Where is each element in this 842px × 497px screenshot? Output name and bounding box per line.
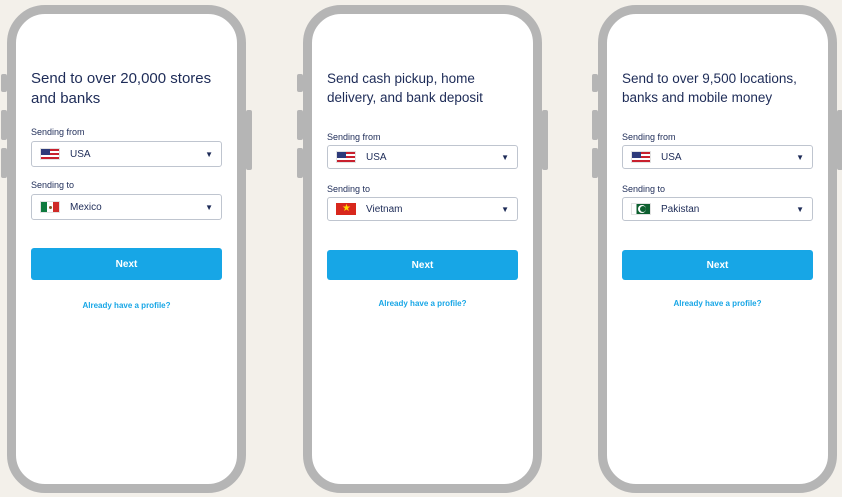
sending-from-label: Sending from xyxy=(622,132,676,142)
phone-screen: Send cash pickup, home delivery, and ban… xyxy=(327,14,518,484)
sending-to-value: Pakistan xyxy=(661,203,700,215)
sending-from-value: USA xyxy=(661,151,682,163)
page-title: Send to over 9,500 locations, banks and … xyxy=(622,71,797,105)
phone-side-button xyxy=(592,74,598,92)
sending-to-value: Mexico xyxy=(70,201,102,213)
sending-from-select[interactable]: USA ▼ xyxy=(622,145,813,169)
phone-frame-1: Send to over 20,000 stores and banks Sen… xyxy=(1,5,252,493)
caret-down-icon: ▼ xyxy=(205,149,213,159)
phone-side-button xyxy=(592,148,598,178)
phone-side-button xyxy=(297,110,303,140)
phone-frame-3: Send to over 9,500 locations, banks and … xyxy=(592,5,842,493)
next-button[interactable]: Next xyxy=(31,248,222,280)
phone-side-button xyxy=(592,110,598,140)
sending-from-value: USA xyxy=(70,148,91,160)
sending-from-label: Sending from xyxy=(327,132,381,142)
phone-side-button xyxy=(297,148,303,178)
sending-to-value: Vietnam xyxy=(366,203,403,215)
sending-from-select[interactable]: USA ▼ xyxy=(327,145,518,169)
caret-down-icon: ▼ xyxy=(501,152,509,162)
usa-flag-icon xyxy=(40,148,60,160)
pakistan-flag-icon xyxy=(631,203,651,215)
sending-to-select[interactable]: Pakistan ▼ xyxy=(622,197,813,221)
sending-from-value: USA xyxy=(366,151,387,163)
profile-link[interactable]: Already have a profile? xyxy=(622,299,813,308)
profile-link[interactable]: Already have a profile? xyxy=(327,299,518,308)
vietnam-flag-icon xyxy=(336,203,356,215)
usa-flag-icon xyxy=(631,151,651,163)
phone-side-button xyxy=(542,110,548,170)
phone-side-button xyxy=(246,110,252,170)
sending-to-label: Sending to xyxy=(327,184,371,194)
page-title: Send cash pickup, home delivery, and ban… xyxy=(327,71,483,105)
sending-to-select[interactable]: Mexico ▼ xyxy=(31,194,222,220)
phone-side-button xyxy=(297,74,303,92)
sending-from-select[interactable]: USA ▼ xyxy=(31,141,222,167)
sending-from-label: Sending from xyxy=(31,127,85,137)
caret-down-icon: ▼ xyxy=(796,204,804,214)
phone-side-button xyxy=(1,110,7,140)
phone-screen: Send to over 20,000 stores and banks Sen… xyxy=(31,14,222,484)
phone-side-button xyxy=(1,74,7,92)
mexico-flag-icon xyxy=(40,201,60,213)
next-button[interactable]: Next xyxy=(622,250,813,280)
usa-flag-icon xyxy=(336,151,356,163)
phone-side-button xyxy=(1,148,7,178)
phone-frame-2: Send cash pickup, home delivery, and ban… xyxy=(297,5,548,493)
caret-down-icon: ▼ xyxy=(501,204,509,214)
sending-to-label: Sending to xyxy=(622,184,666,194)
caret-down-icon: ▼ xyxy=(205,202,213,212)
sending-to-label: Sending to xyxy=(31,180,75,190)
phone-side-button xyxy=(837,110,842,170)
caret-down-icon: ▼ xyxy=(796,152,804,162)
sending-to-select[interactable]: Vietnam ▼ xyxy=(327,197,518,221)
profile-link[interactable]: Already have a profile? xyxy=(31,301,222,310)
phone-screen: Send to over 9,500 locations, banks and … xyxy=(622,14,813,484)
next-button[interactable]: Next xyxy=(327,250,518,280)
page-title: Send to over 20,000 stores and banks xyxy=(31,70,212,107)
